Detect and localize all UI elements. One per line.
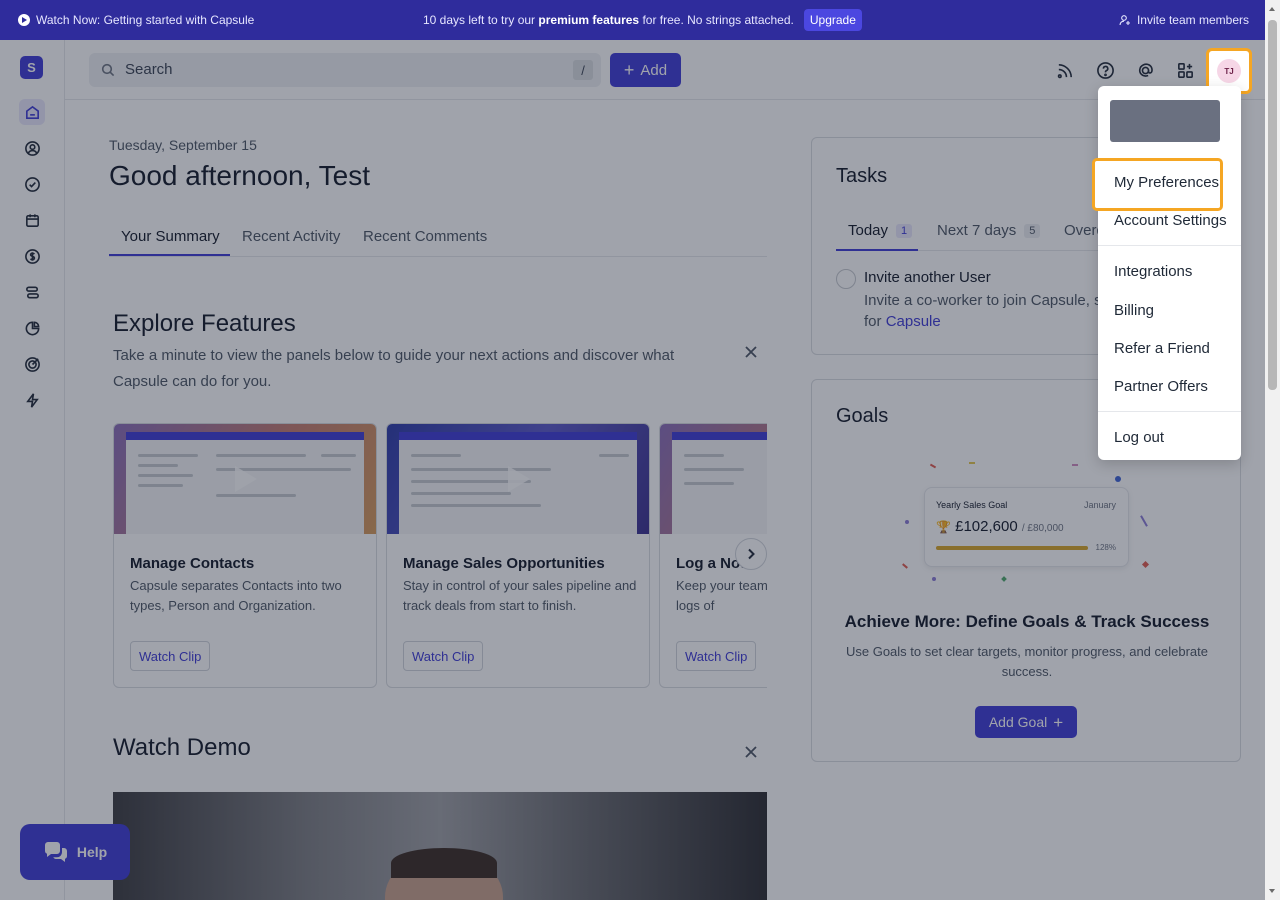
menu-item-partner-offers[interactable]: Partner Offers bbox=[1114, 378, 1208, 395]
menu-item-log-out[interactable]: Log out bbox=[1114, 429, 1164, 446]
page-scrollbar[interactable] bbox=[1265, 0, 1280, 900]
invite-team-link[interactable]: Invite team members bbox=[1119, 0, 1249, 40]
menu-item-billing[interactable]: Billing bbox=[1114, 302, 1154, 319]
trial-text: 10 days left to try our premium features… bbox=[423, 13, 794, 27]
watch-now-link[interactable]: Watch Now: Getting started with Capsule bbox=[18, 0, 254, 40]
menu-item-integrations[interactable]: Integrations bbox=[1114, 263, 1192, 280]
menu-item-account-settings[interactable]: Account Settings bbox=[1114, 212, 1227, 229]
menu-divider bbox=[1098, 245, 1241, 246]
menu-divider bbox=[1098, 411, 1241, 412]
user-name-placeholder bbox=[1110, 100, 1220, 142]
scroll-down-arrow-icon[interactable] bbox=[1269, 889, 1275, 893]
promo-banner: Watch Now: Getting started with Capsule … bbox=[0, 0, 1280, 40]
scrollbar-thumb[interactable] bbox=[1268, 20, 1277, 390]
scroll-up-arrow-icon[interactable] bbox=[1269, 7, 1275, 11]
upgrade-button[interactable]: Upgrade bbox=[803, 9, 862, 31]
invite-team-label: Invite team members bbox=[1136, 13, 1249, 27]
play-icon bbox=[18, 14, 30, 26]
add-user-icon bbox=[1119, 15, 1130, 26]
watch-now-text: Watch Now: Getting started with Capsule bbox=[36, 13, 255, 27]
menu-item-refer-a-friend[interactable]: Refer a Friend bbox=[1114, 340, 1210, 357]
avatar: TJ bbox=[1217, 59, 1241, 83]
modal-overlay[interactable] bbox=[0, 40, 1265, 900]
user-dropdown-menu: My Preferences Account Settings Integrat… bbox=[1092, 86, 1241, 460]
menu-item-my-preferences[interactable]: My Preferences bbox=[1114, 174, 1219, 191]
trial-message: 10 days left to try our premium features… bbox=[423, 0, 862, 40]
